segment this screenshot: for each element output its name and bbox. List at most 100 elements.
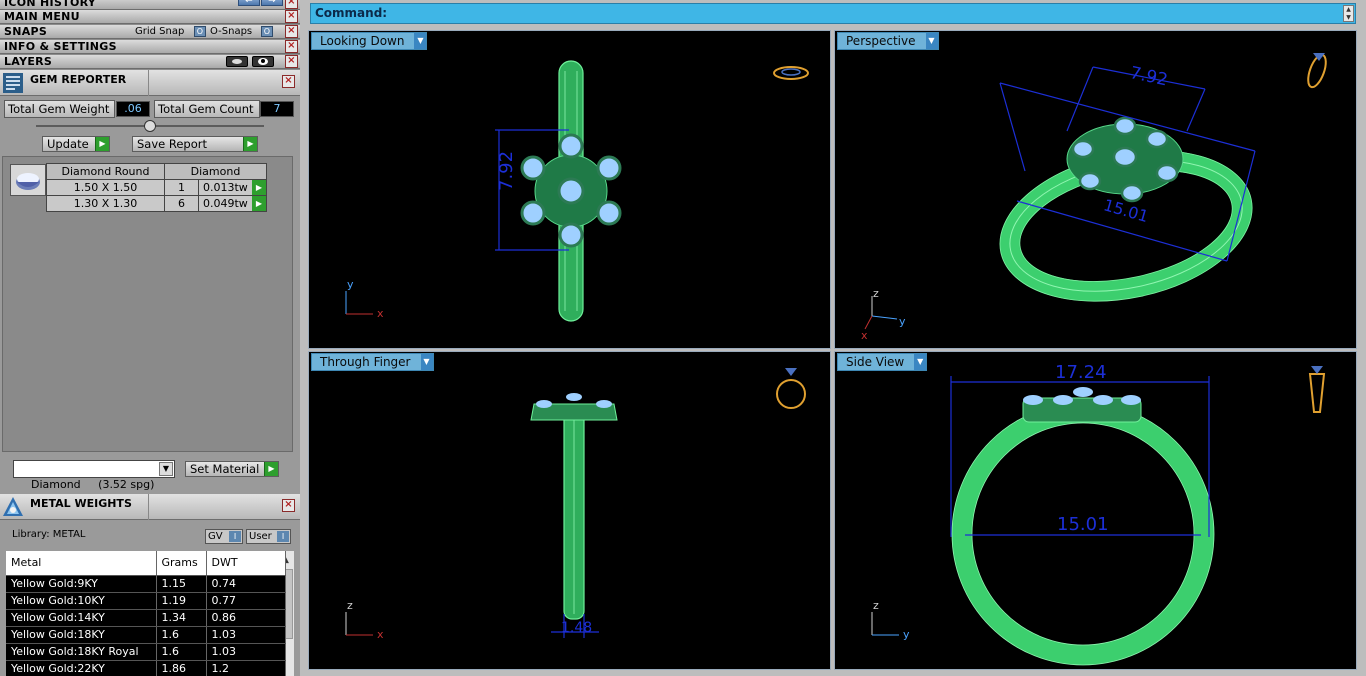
o-snaps-toggle[interactable]: O bbox=[261, 26, 273, 37]
metal-dwt: 1.03 bbox=[206, 643, 286, 661]
viewport-label-button[interactable]: Looking Down ▼ bbox=[311, 32, 428, 50]
snaps-row[interactable]: SNAPS Grid Snap O O-Snaps O × bbox=[0, 25, 300, 39]
viewport-label-button[interactable]: Through Finger ▼ bbox=[311, 353, 434, 371]
gem-cluster bbox=[1022, 387, 1142, 423]
axis-x-label: x bbox=[861, 329, 868, 342]
command-bar[interactable]: Command: ▲ ▼ bbox=[310, 3, 1356, 24]
metal-dwt: 0.77 bbox=[206, 592, 286, 610]
material-select-value: Diamond (3.52 spg) bbox=[31, 478, 155, 491]
viewport-side-view[interactable]: 17.24 15.01 z y Side View ▼ bbox=[834, 351, 1357, 670]
dimension-label: 15.01 bbox=[1057, 514, 1109, 535]
metal-dwt: 0.74 bbox=[206, 575, 286, 593]
chevron-down-icon[interactable]: ▼ bbox=[414, 33, 427, 49]
metal-weights-title: METAL WEIGHTS bbox=[30, 497, 132, 510]
metal-weights-header: METAL WEIGHTS × bbox=[0, 494, 300, 520]
update-button[interactable]: Update ▶ bbox=[42, 136, 110, 152]
gem-cluster bbox=[1066, 116, 1184, 203]
close-icon[interactable]: × bbox=[282, 75, 295, 88]
dimension-label: 7.92 bbox=[496, 151, 517, 191]
metal-dwt: 1.2 bbox=[206, 660, 286, 676]
diamond-round-icon bbox=[10, 164, 46, 196]
slider-handle[interactable] bbox=[144, 120, 156, 132]
gem-row[interactable]: 1.50 X 1.50 1 0.013tw ▶ bbox=[46, 179, 267, 196]
back-arrow-icon[interactable]: ← bbox=[238, 0, 260, 6]
gem-row[interactable]: 1.30 X 1.30 6 0.049tw ▶ bbox=[46, 195, 267, 212]
metal-metal: Yellow Gold:18KY bbox=[6, 626, 157, 644]
close-icon[interactable]: × bbox=[285, 0, 298, 9]
total-gem-count-label: Total Gem Count bbox=[154, 100, 260, 118]
chevron-down-icon[interactable]: ▼ bbox=[420, 354, 433, 370]
left-panel: ICON HISTORY ← → × MAIN MENU × SNAPS Gri… bbox=[0, 0, 300, 676]
user-label: User bbox=[249, 531, 272, 542]
viewport-label-button[interactable]: Perspective ▼ bbox=[837, 32, 939, 50]
close-icon[interactable]: × bbox=[285, 40, 298, 53]
grid-snap-toggle[interactable]: O bbox=[194, 26, 206, 37]
gem-table-header: Diamond bbox=[164, 163, 267, 180]
user-toggle[interactable]: User I bbox=[246, 529, 291, 544]
dimension-label: 1.48 bbox=[561, 620, 592, 636]
metal-table-header: Metal bbox=[6, 551, 157, 576]
play-icon[interactable]: ▶ bbox=[252, 196, 266, 211]
ring-preview-icon bbox=[1307, 53, 1327, 89]
dimension-label: 7.92 bbox=[1128, 63, 1169, 90]
metal-dwt: 1.03 bbox=[206, 626, 286, 644]
metal-metal: Yellow Gold:14KY bbox=[6, 609, 157, 627]
gem-count: 6 bbox=[164, 195, 199, 212]
layers-row[interactable]: LAYERS × bbox=[0, 55, 300, 69]
metal-row[interactable]: Yellow Gold:9KY 1.15 0.74 bbox=[6, 575, 286, 593]
close-icon[interactable]: × bbox=[285, 55, 298, 68]
forward-arrow-icon[interactable]: → bbox=[261, 0, 283, 6]
metal-row[interactable]: Yellow Gold:14KY 1.34 0.86 bbox=[6, 609, 286, 627]
close-icon[interactable]: × bbox=[285, 25, 298, 38]
viewport-perspective[interactable]: 7.92 15.01 z y x Perspective ▼ bbox=[834, 30, 1357, 349]
o-snaps-label: O-Snaps bbox=[210, 26, 253, 37]
gem-reporter-header: GEM REPORTER × bbox=[0, 70, 300, 96]
axis-z-label: z bbox=[873, 287, 879, 300]
axis-z-label: z bbox=[347, 599, 353, 612]
icon-history-row[interactable]: ICON HISTORY ← → × bbox=[0, 0, 300, 10]
metal-grams: 1.34 bbox=[156, 609, 207, 627]
metal-row[interactable]: Yellow Gold:18KY Royal 1.6 1.03 bbox=[6, 643, 286, 661]
close-icon[interactable]: × bbox=[282, 499, 295, 512]
total-gem-count-field: 7 bbox=[260, 101, 294, 117]
chevron-down-icon[interactable]: ▼ bbox=[914, 354, 927, 370]
chevron-down-icon[interactable]: ▼ bbox=[159, 462, 173, 476]
command-scroll-icon[interactable]: ▲ ▼ bbox=[1343, 5, 1354, 22]
metal-row[interactable]: Yellow Gold:22KY 1.86 1.2 bbox=[6, 660, 286, 676]
gem-cluster bbox=[520, 133, 622, 248]
ring-preview-icon bbox=[776, 368, 806, 409]
axis-y-label: y bbox=[903, 628, 910, 641]
axis-x-label: x bbox=[377, 307, 384, 320]
viewport-looking-down[interactable]: 7.92 y x Looking Down ▼ bbox=[308, 30, 831, 349]
layers-label: LAYERS bbox=[4, 55, 53, 68]
eye-icon[interactable] bbox=[252, 56, 274, 67]
gem-weight: 0.049tw bbox=[203, 197, 248, 210]
play-icon[interactable]: ▶ bbox=[252, 180, 266, 195]
info-settings-row[interactable]: INFO & SETTINGS × bbox=[0, 40, 300, 54]
viewport-label-button[interactable]: Side View ▼ bbox=[837, 353, 928, 371]
metal-dwt: 0.86 bbox=[206, 609, 286, 627]
viewport-label: Through Finger bbox=[320, 355, 411, 369]
save-report-button[interactable]: Save Report ▶ bbox=[132, 136, 258, 152]
set-material-label: Set Material bbox=[190, 462, 260, 476]
gv-toggle[interactable]: GV I bbox=[205, 529, 243, 544]
close-icon[interactable]: × bbox=[285, 10, 298, 23]
chevron-down-icon[interactable]: ▼ bbox=[925, 33, 938, 49]
metal-grams: 1.6 bbox=[156, 643, 207, 661]
set-material-button[interactable]: Set Material ▶ bbox=[185, 461, 279, 477]
gem-reporter-title: GEM REPORTER bbox=[30, 73, 127, 86]
layer-visibility-icon[interactable] bbox=[226, 56, 248, 67]
top-view-drawing: 7.92 y x bbox=[345, 60, 809, 322]
grid-snap-label: Grid Snap bbox=[135, 26, 185, 37]
material-select[interactable]: Diamond (3.52 spg) ▼ bbox=[13, 460, 175, 491]
icon-history-label: ICON HISTORY bbox=[4, 0, 97, 9]
metal-row[interactable]: Yellow Gold:10KY 1.19 0.77 bbox=[6, 592, 286, 610]
toggle-icon: I bbox=[277, 531, 289, 542]
dimension-label: 15.01 bbox=[1101, 195, 1150, 226]
metal-row[interactable]: Yellow Gold:18KY 1.6 1.03 bbox=[6, 626, 286, 644]
viewport-through-finger[interactable]: 1.48 z x Through Finger ▼ bbox=[308, 351, 831, 670]
toggle-icon: I bbox=[229, 531, 241, 542]
metal-table: Metal Grams DWT Yellow Gold:9KY 1.15 0.74 Y… bbox=[6, 551, 286, 676]
main-menu-row[interactable]: MAIN MENU × bbox=[0, 10, 300, 24]
metal-grams: 1.6 bbox=[156, 626, 207, 644]
